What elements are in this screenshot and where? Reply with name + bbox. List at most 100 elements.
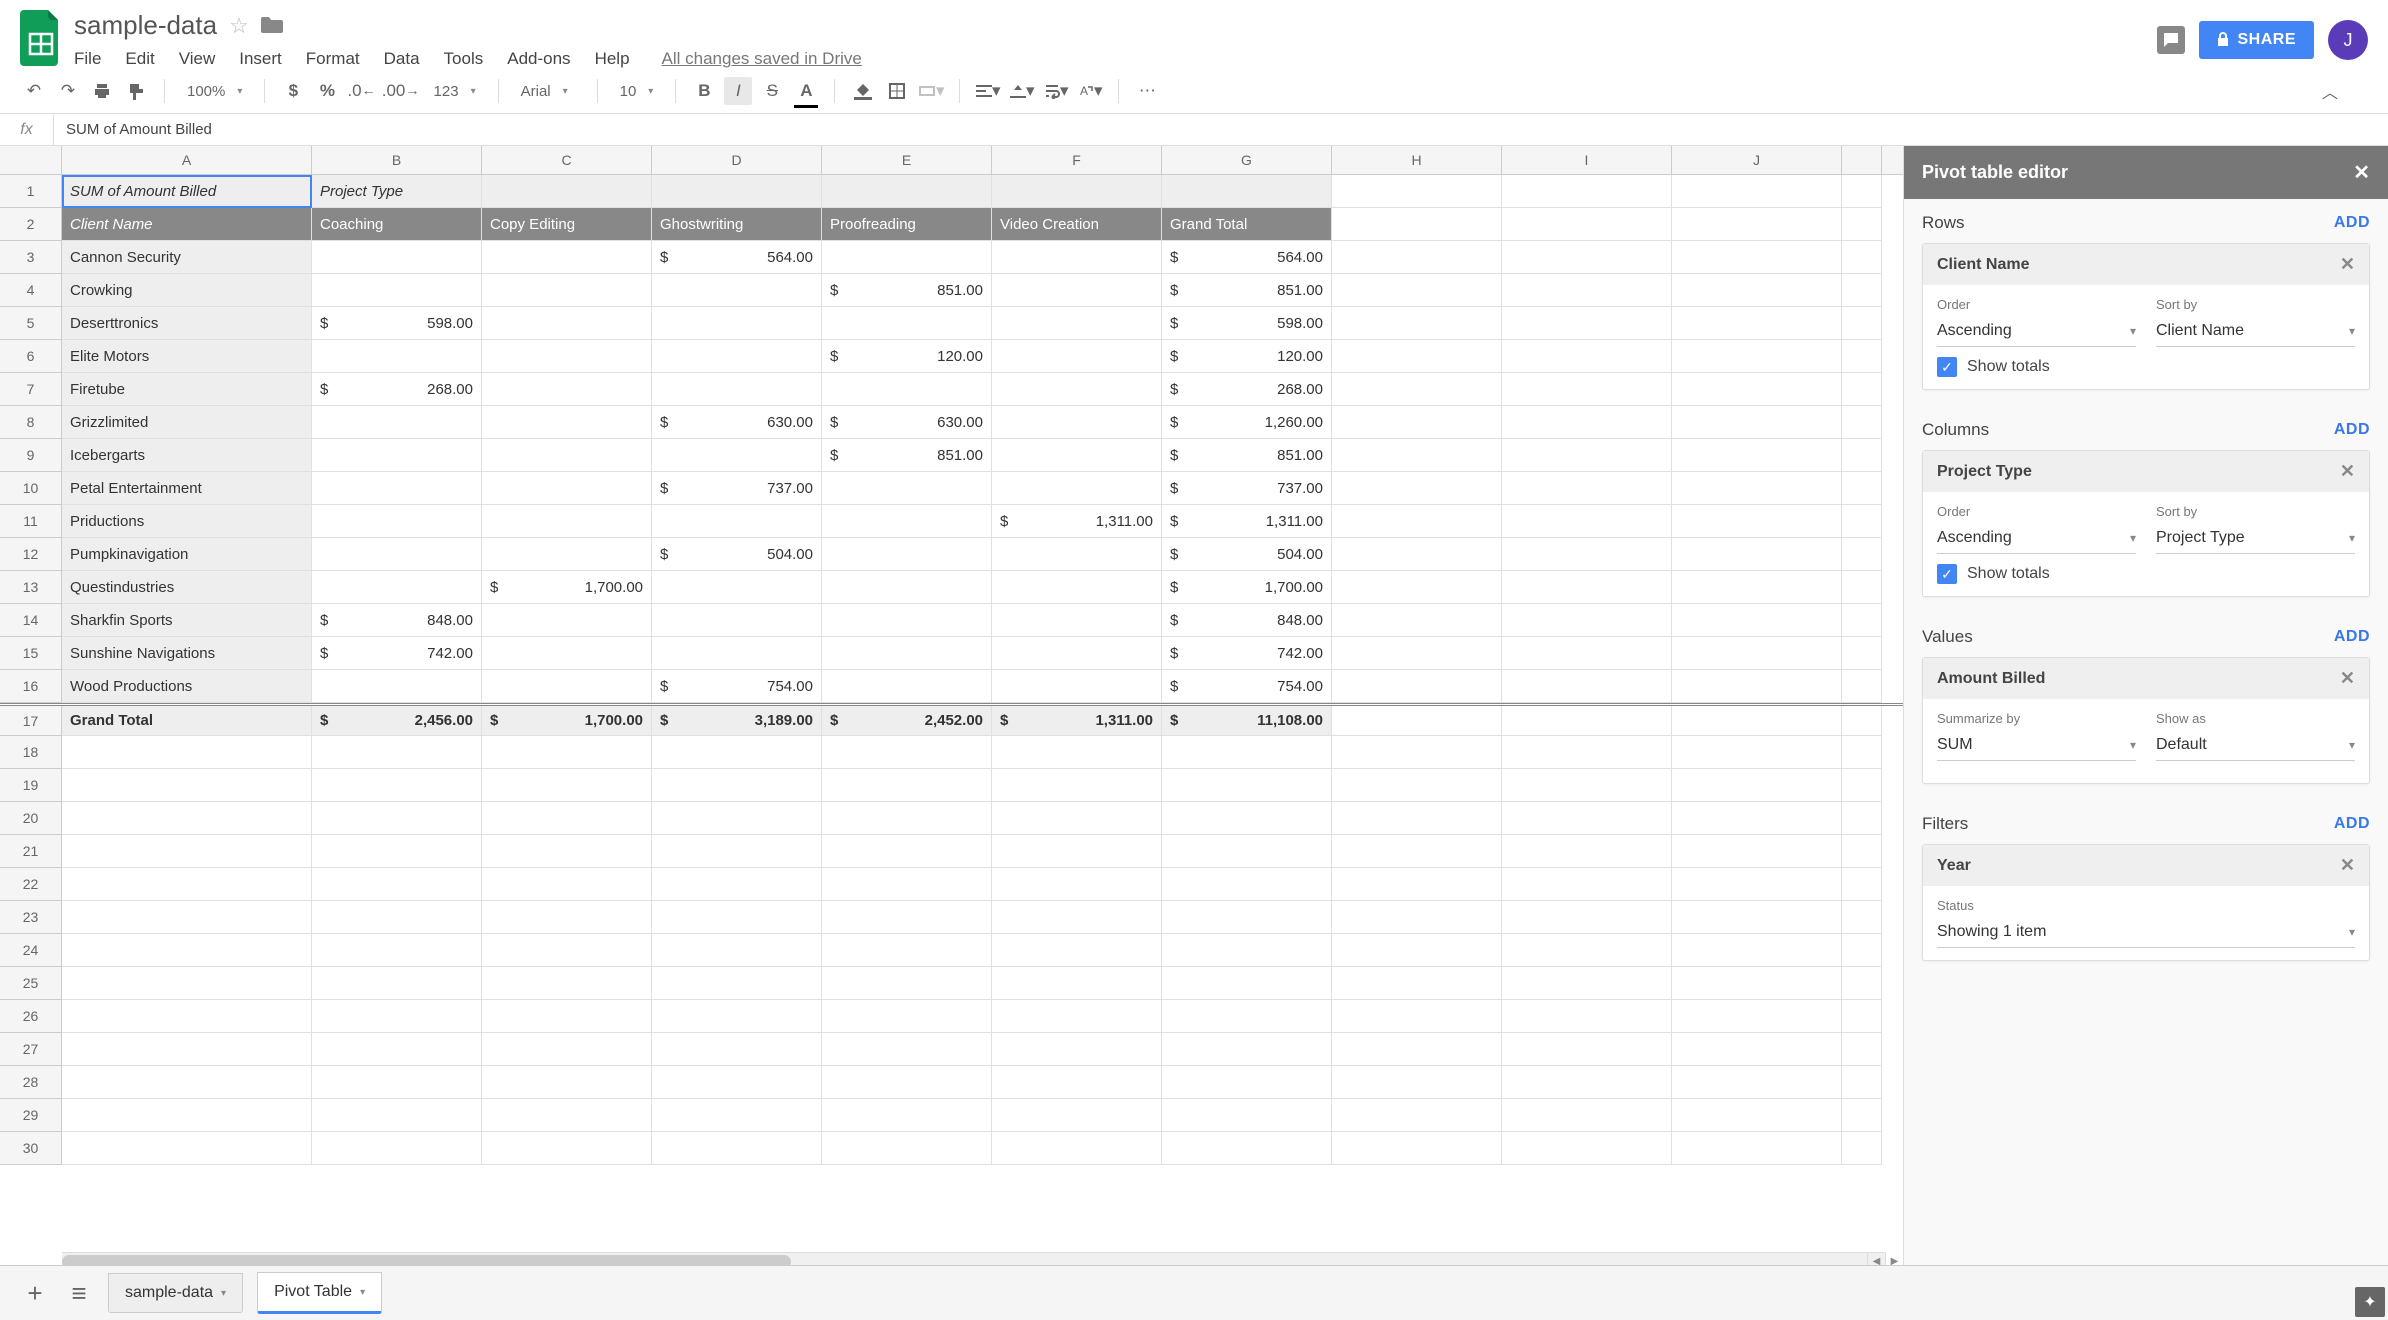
cell[interactable] — [1672, 241, 1842, 274]
cell[interactable]: Project Type — [312, 175, 482, 208]
row-header[interactable]: 4 — [0, 274, 62, 307]
cell[interactable] — [312, 1033, 482, 1066]
cell[interactable] — [822, 1066, 992, 1099]
cell[interactable] — [992, 1099, 1162, 1132]
cell[interactable] — [1332, 307, 1502, 340]
cell[interactable] — [482, 736, 652, 769]
cell[interactable] — [992, 571, 1162, 604]
cell[interactable] — [1502, 406, 1672, 439]
cell[interactable]: Grizzlimited — [62, 406, 312, 439]
cell[interactable] — [1332, 1066, 1502, 1099]
cell[interactable] — [1502, 571, 1672, 604]
cell[interactable] — [1502, 604, 1672, 637]
row-header[interactable]: 29 — [0, 1099, 62, 1132]
cell[interactable] — [62, 967, 312, 1000]
cell[interactable]: Grand Total — [1162, 208, 1332, 241]
cell[interactable] — [822, 1000, 992, 1033]
add-columns-button[interactable]: ADD — [2334, 421, 2370, 439]
cell[interactable]: $630.00 — [652, 406, 822, 439]
cell[interactable] — [1842, 208, 1882, 241]
cell[interactable] — [1672, 175, 1842, 208]
cell[interactable] — [1672, 1132, 1842, 1165]
cell[interactable]: Sunshine Navigations — [62, 637, 312, 670]
cell[interactable]: $564.00 — [652, 241, 822, 274]
cell[interactable] — [1842, 274, 1882, 307]
cell[interactable] — [1672, 1000, 1842, 1033]
cell[interactable] — [62, 802, 312, 835]
cell[interactable] — [822, 604, 992, 637]
cell[interactable] — [1332, 1033, 1502, 1066]
cell[interactable] — [1672, 571, 1842, 604]
order-dropdown[interactable]: Ascending — [1937, 316, 2136, 347]
row-header[interactable]: 27 — [0, 1033, 62, 1066]
cell[interactable] — [482, 505, 652, 538]
cell[interactable] — [1672, 1066, 1842, 1099]
row-header[interactable]: 15 — [0, 637, 62, 670]
cell[interactable] — [62, 1033, 312, 1066]
cell[interactable] — [62, 868, 312, 901]
cell[interactable] — [1332, 835, 1502, 868]
cell[interactable]: Elite Motors — [62, 340, 312, 373]
cell[interactable] — [822, 1033, 992, 1066]
add-values-button[interactable]: ADD — [2334, 628, 2370, 646]
order-dropdown[interactable]: Ascending — [1937, 523, 2136, 554]
cell[interactable] — [1332, 472, 1502, 505]
cell[interactable] — [1842, 340, 1882, 373]
cell[interactable]: Icebergarts — [62, 439, 312, 472]
cell[interactable] — [482, 1066, 652, 1099]
cell[interactable] — [822, 934, 992, 967]
cell[interactable] — [1502, 1132, 1672, 1165]
cell[interactable] — [1672, 208, 1842, 241]
cell[interactable] — [652, 571, 822, 604]
font-size-dropdown[interactable]: 10 — [612, 83, 662, 100]
col-header[interactable]: H — [1332, 146, 1502, 174]
row-header[interactable]: 30 — [0, 1132, 62, 1165]
row-header[interactable]: 21 — [0, 835, 62, 868]
cell[interactable] — [1332, 406, 1502, 439]
row-header[interactable]: 28 — [0, 1066, 62, 1099]
cell[interactable] — [652, 340, 822, 373]
cell[interactable] — [312, 769, 482, 802]
cell[interactable] — [1672, 868, 1842, 901]
cell[interactable] — [652, 439, 822, 472]
menu-insert[interactable]: Insert — [239, 49, 282, 69]
menu-file[interactable]: File — [74, 49, 101, 69]
cell[interactable] — [1672, 835, 1842, 868]
cell[interactable] — [822, 736, 992, 769]
cell[interactable] — [312, 967, 482, 1000]
col-header[interactable]: D — [652, 146, 822, 174]
cell[interactable] — [62, 1099, 312, 1132]
cell[interactable]: $598.00 — [1162, 307, 1332, 340]
cell[interactable] — [822, 1099, 992, 1132]
cell[interactable] — [1842, 505, 1882, 538]
more-icon[interactable]: ⋯ — [1133, 77, 1161, 105]
cell[interactable] — [1672, 373, 1842, 406]
cell[interactable]: $3,189.00 — [652, 706, 822, 736]
cell[interactable] — [1842, 571, 1882, 604]
cell[interactable] — [1332, 769, 1502, 802]
col-header[interactable]: I — [1502, 146, 1672, 174]
star-icon[interactable]: ☆ — [229, 13, 249, 39]
menu-tools[interactable]: Tools — [444, 49, 484, 69]
merge-cells-icon[interactable]: ▾ — [917, 77, 945, 105]
cell[interactable]: Copy Editing — [482, 208, 652, 241]
cell[interactable] — [992, 835, 1162, 868]
cell[interactable] — [652, 1000, 822, 1033]
cell[interactable]: Video Creation — [992, 208, 1162, 241]
cell[interactable] — [62, 934, 312, 967]
cell[interactable] — [1842, 538, 1882, 571]
cell[interactable] — [1842, 967, 1882, 1000]
cell[interactable] — [312, 340, 482, 373]
cell[interactable]: $1,311.00 — [1162, 505, 1332, 538]
cell[interactable] — [992, 868, 1162, 901]
cell[interactable] — [1672, 670, 1842, 703]
show-totals-checkbox[interactable]: ✓ — [1937, 564, 1957, 584]
cell[interactable] — [482, 340, 652, 373]
cell[interactable] — [1162, 769, 1332, 802]
collapse-toolbar-icon[interactable]: ︿ — [2322, 79, 2338, 103]
cell[interactable] — [992, 340, 1162, 373]
cell[interactable] — [1842, 802, 1882, 835]
row-header[interactable]: 17 — [0, 706, 62, 736]
cell[interactable] — [1162, 1132, 1332, 1165]
cell[interactable] — [312, 1132, 482, 1165]
